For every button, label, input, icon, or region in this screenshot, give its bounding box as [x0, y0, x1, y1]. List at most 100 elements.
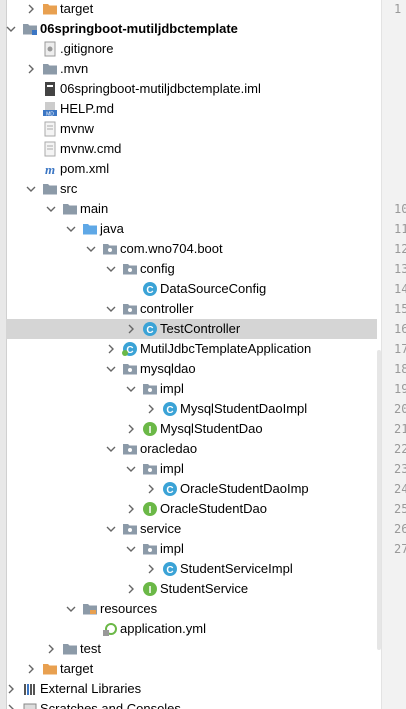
chevron-down-icon[interactable]	[126, 539, 136, 559]
chevron-right-icon[interactable]	[146, 399, 156, 419]
chevron-right-icon[interactable]	[126, 319, 136, 339]
tree-item-label: 06springboot-mutiljdbctemplate.iml	[60, 81, 261, 96]
chevron-right-icon[interactable]	[6, 679, 16, 699]
line-number: 18	[394, 362, 406, 376]
tree-item-impl[interactable]: impl	[6, 379, 377, 399]
tree-item-mutiljdbctemplateapplication[interactable]: C MutilJdbcTemplateApplication	[6, 339, 377, 359]
tree-item-src[interactable]: src	[6, 179, 377, 199]
tree-item-studentserviceimpl[interactable]: C StudentServiceImpl	[6, 559, 377, 579]
tree-item-test[interactable]: test	[6, 639, 377, 659]
line-number: 15	[394, 302, 406, 316]
class-icon: C	[162, 401, 178, 417]
tree-item-resources[interactable]: resources	[6, 599, 377, 619]
tree-item-label: com.wno704.boot	[120, 241, 223, 256]
folder-icon	[42, 181, 58, 197]
svg-text:I: I	[149, 505, 152, 516]
tree-item-mvnw[interactable]: mvnw	[6, 119, 377, 139]
chevron-right-icon[interactable]	[26, 659, 36, 679]
chevron-right-icon[interactable]	[26, 59, 36, 79]
tree-item-oraclestudentdaoimp[interactable]: C OracleStudentDaoImp	[6, 479, 377, 499]
chevron-right-icon[interactable]	[6, 699, 16, 709]
tree-item-mysqldao[interactable]: mysqldao	[6, 359, 377, 379]
tree-item-label: OracleStudentDaoImp	[180, 481, 309, 496]
svg-text:I: I	[149, 425, 152, 436]
chevron-down-icon[interactable]	[126, 379, 136, 399]
chevron-down-icon[interactable]	[66, 599, 76, 619]
chevron-down-icon[interactable]	[106, 359, 116, 379]
chevron-right-icon[interactable]	[146, 479, 156, 499]
tree-item-label: src	[60, 181, 78, 196]
line-number: 14	[394, 282, 406, 296]
tree-item-mysqlstudentdao[interactable]: I MysqlStudentDao	[6, 419, 377, 439]
excluded-folder-icon	[42, 1, 58, 17]
chevron-right-icon[interactable]	[126, 579, 136, 599]
svg-text:C: C	[166, 565, 173, 576]
tree-item-label: impl	[160, 541, 184, 556]
tree-item-config[interactable]: config	[6, 259, 377, 279]
chevron-down-icon[interactable]	[46, 199, 56, 219]
tree-item-label: main	[80, 201, 109, 216]
chevron-right-icon[interactable]	[106, 339, 116, 359]
tree-item-label: service	[140, 521, 182, 536]
tree-item-pom-xml[interactable]: m pom.xml	[6, 159, 377, 179]
chevron-down-icon[interactable]	[6, 19, 16, 39]
tree-item-06springboot-mutiljdbctemplate-iml[interactable]: 06springboot-mutiljdbctemplate.iml	[6, 79, 377, 99]
tree-item-oraclestudentdao[interactable]: I OracleStudentDao	[6, 499, 377, 519]
tree-item-mvn[interactable]: .mvn	[6, 59, 377, 79]
tree-item-label: .gitignore	[60, 41, 114, 56]
tree-item-label: MutilJdbcTemplateApplication	[140, 341, 312, 356]
tree-item-impl[interactable]: impl	[6, 539, 377, 559]
class-icon: C	[142, 321, 158, 337]
chevron-right-icon[interactable]	[26, 0, 36, 19]
tree-item-external-libraries[interactable]: External Libraries	[6, 679, 377, 699]
chevron-down-icon[interactable]	[66, 219, 76, 239]
package-icon	[102, 241, 118, 257]
tree-item-impl[interactable]: impl	[6, 459, 377, 479]
chevron-down-icon[interactable]	[106, 259, 116, 279]
interface-icon: I	[142, 501, 158, 517]
yaml-file-icon	[102, 621, 118, 637]
line-number: 20	[394, 402, 406, 416]
tree-item-label: mysqldao	[140, 361, 196, 376]
tree-item-06springboot-mutiljdbctemplate[interactable]: 06springboot-mutiljdbctemplate	[6, 19, 377, 39]
tree-item-application-yml[interactable]: application.yml	[6, 619, 377, 639]
tree-item-target[interactable]: target	[6, 0, 377, 19]
line-number: 19	[394, 382, 406, 396]
tree-item-label: HELP.md	[60, 101, 114, 116]
tree-item-target[interactable]: target	[6, 659, 377, 679]
tree-item-mvnw-cmd[interactable]: mvnw.cmd	[6, 139, 377, 159]
tree-item-mysqlstudentdaoimpl[interactable]: C MysqlStudentDaoImpl	[6, 399, 377, 419]
chevron-right-icon[interactable]	[46, 639, 56, 659]
chevron-down-icon[interactable]	[106, 299, 116, 319]
interface-icon: I	[142, 421, 158, 437]
tree-item-help-md[interactable]: MD HELP.md	[6, 99, 377, 119]
chevron-right-icon[interactable]	[126, 419, 136, 439]
tree-item-main[interactable]: main	[6, 199, 377, 219]
tree-item-com-wno704-boot[interactable]: com.wno704.boot	[6, 239, 377, 259]
chevron-down-icon[interactable]	[26, 179, 36, 199]
tree-item-service[interactable]: service	[6, 519, 377, 539]
tree-item-label: StudentService	[160, 581, 249, 596]
chevron-down-icon[interactable]	[126, 459, 136, 479]
project-tree: target 06springboot-mutiljdbctemplate .git…	[6, 0, 377, 709]
tree-item-label: TestController	[160, 321, 241, 336]
tree-item-datasourceconfig[interactable]: C DataSourceConfig	[6, 279, 377, 299]
chevron-right-icon[interactable]	[146, 559, 156, 579]
svg-text:C: C	[146, 285, 153, 296]
maven-icon: m	[42, 161, 58, 177]
chevron-right-icon[interactable]	[126, 499, 136, 519]
tree-item-gitignore[interactable]: .gitignore	[6, 39, 377, 59]
tree-item-oracledao[interactable]: oracledao	[6, 439, 377, 459]
tree-item-testcontroller[interactable]: C TestController	[6, 319, 377, 339]
chevron-down-icon[interactable]	[106, 439, 116, 459]
tree-item-label: MysqlStudentDao	[160, 421, 263, 436]
tree-item-studentservice[interactable]: I StudentService	[6, 579, 377, 599]
line-number: 25	[394, 502, 406, 516]
chevron-down-icon[interactable]	[106, 519, 116, 539]
tree-item-scratches-and-consoles[interactable]: Scratches and Consoles	[6, 699, 377, 709]
chevron-down-icon[interactable]	[86, 239, 96, 259]
tree-item-java[interactable]: java	[6, 219, 377, 239]
svg-text:m: m	[45, 162, 55, 177]
tree-item-controller[interactable]: controller	[6, 299, 377, 319]
svg-text:C: C	[146, 325, 153, 336]
